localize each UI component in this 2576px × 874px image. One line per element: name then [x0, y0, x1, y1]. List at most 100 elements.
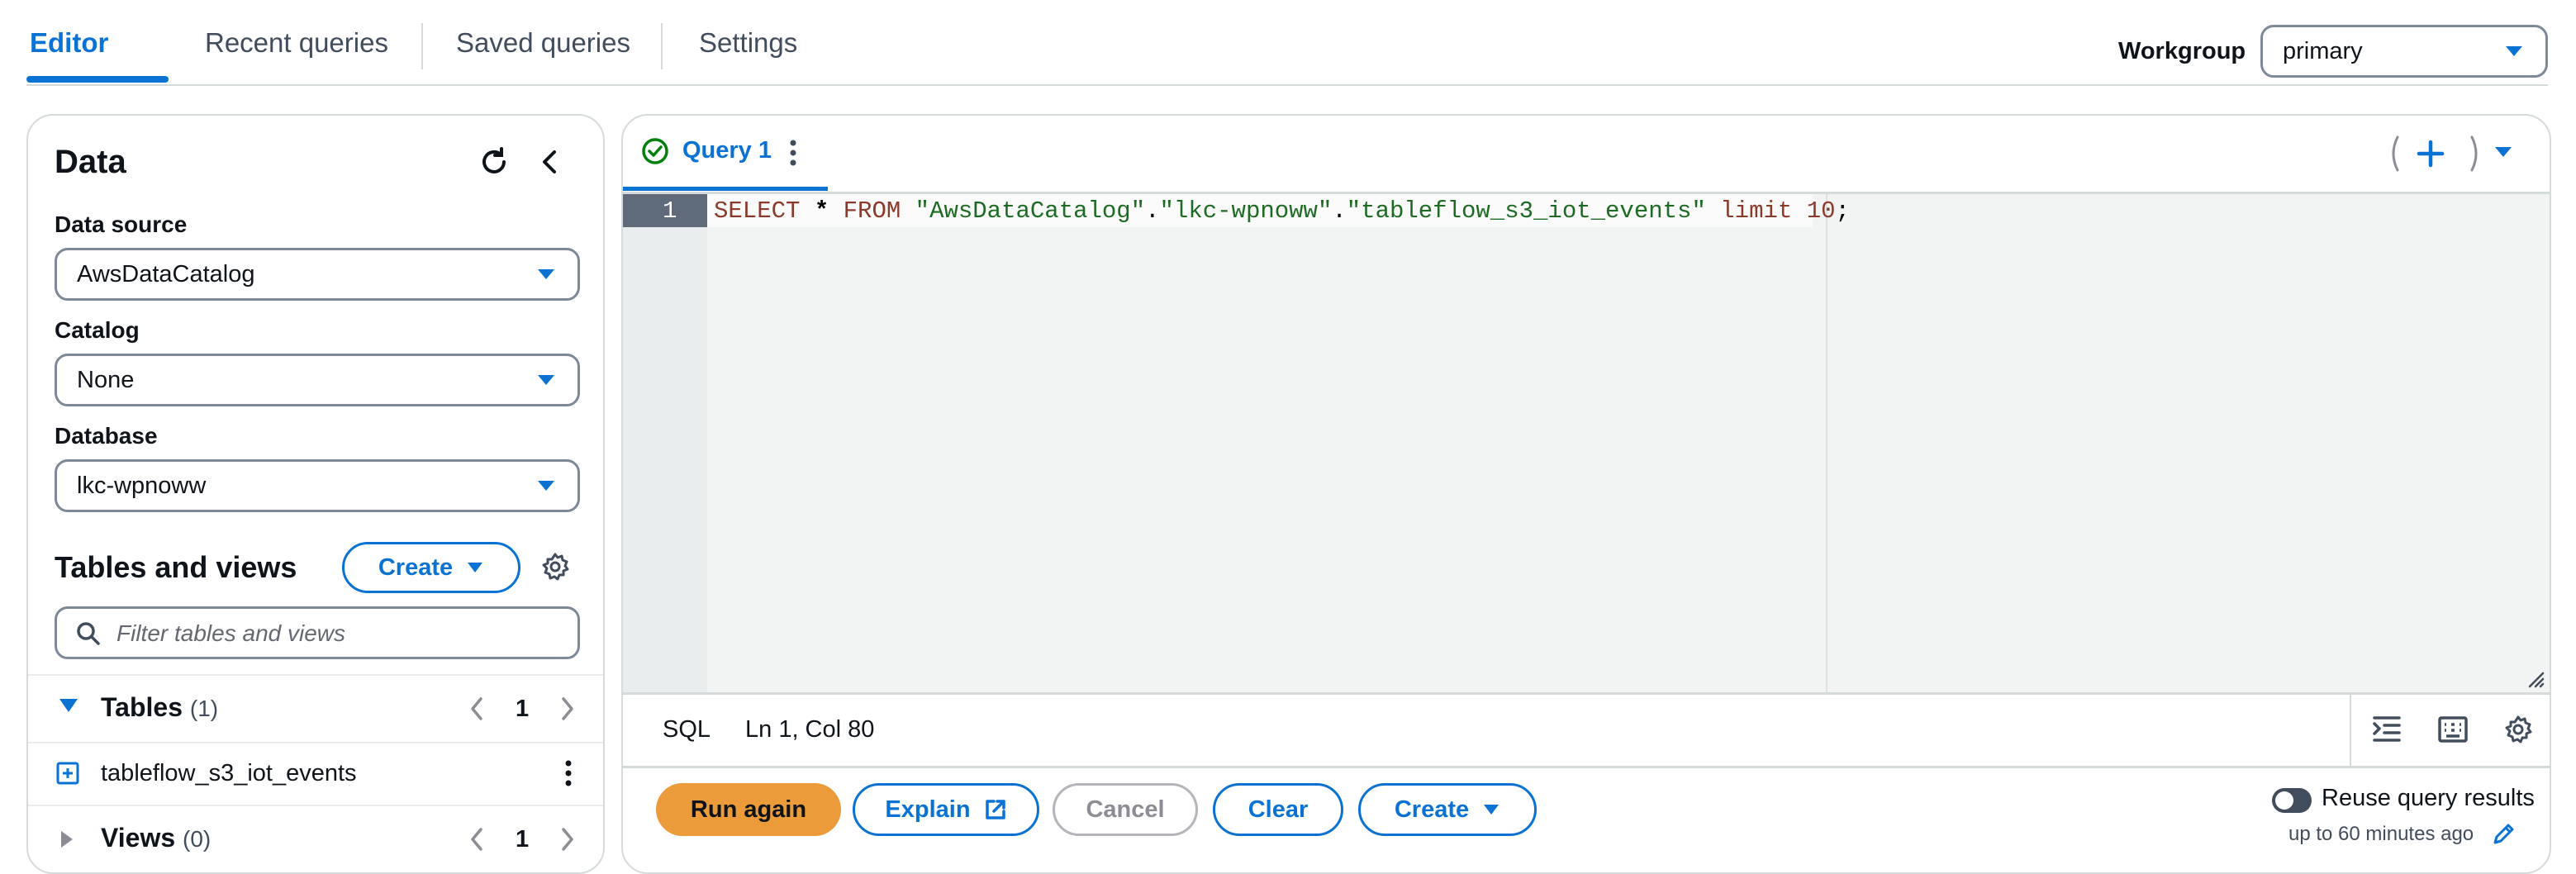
- sql-token: .: [1145, 197, 1160, 225]
- resize-handle-icon[interactable]: [2525, 668, 2545, 688]
- views-label: Views: [101, 823, 176, 853]
- reuse-results-subtext: up to 60 minutes ago: [2288, 823, 2474, 845]
- cursor-position: Ln 1, Col 80: [745, 716, 875, 743]
- data-source-value: AwsDataCatalog: [77, 261, 255, 287]
- sql-token: ;: [1835, 197, 1850, 225]
- query-tab-menu-icon[interactable]: [788, 139, 798, 167]
- query-tab[interactable]: Query 1: [623, 116, 829, 191]
- caret-down-icon: [466, 561, 484, 574]
- collapse-panel-icon[interactable]: [535, 147, 565, 177]
- tab-recent-queries[interactable]: Recent queries: [205, 26, 388, 59]
- keyboard-icon[interactable]: [2437, 715, 2469, 744]
- database-select[interactable]: lkc-wpnoww: [55, 459, 580, 512]
- sql-token: limit: [1720, 197, 1793, 225]
- search-icon: [75, 620, 102, 647]
- workgroup-select[interactable]: primary: [2260, 25, 2548, 78]
- caret-down-icon: [2504, 45, 2524, 58]
- data-panel: Data Data source AwsDataCatalog Catalog …: [26, 114, 605, 874]
- create-label: Create: [1394, 796, 1470, 823]
- tables-count: (1): [189, 696, 219, 721]
- catalog-value: None: [77, 367, 135, 393]
- divider: [28, 674, 603, 676]
- table-name: tableflow_s3_iot_events: [101, 760, 357, 786]
- data-source-select[interactable]: AwsDataCatalog: [55, 248, 580, 301]
- sql-token: SELECT: [714, 197, 801, 225]
- chevron-left-icon[interactable]: [466, 696, 487, 722]
- filter-placeholder: Filter tables and views: [116, 620, 346, 646]
- chevron-left-icon[interactable]: [466, 826, 487, 853]
- table-row[interactable]: tableflow_s3_iot_events: [28, 743, 603, 805]
- reuse-results-toggle[interactable]: [2272, 788, 2312, 813]
- language-indicator: SQL: [663, 716, 711, 743]
- external-link-icon: [984, 798, 1007, 821]
- line-number: 1: [663, 197, 677, 225]
- sql-token: "tableflow_s3_iot_events": [1346, 197, 1706, 225]
- gear-icon[interactable]: [2503, 715, 2533, 744]
- chevron-right-icon[interactable]: [557, 826, 578, 853]
- editor-tools: [2350, 695, 2550, 766]
- caret-down-icon: [536, 268, 556, 281]
- caret-down-icon: [536, 479, 556, 492]
- workgroup-label: Workgroup: [2118, 38, 2246, 64]
- cancel-button[interactable]: Cancel: [1053, 783, 1198, 836]
- tab-separator: [661, 23, 663, 69]
- gear-icon[interactable]: [540, 552, 570, 582]
- create-table-button[interactable]: Create: [342, 542, 520, 593]
- divider: [28, 805, 603, 806]
- caret-down-icon: [1482, 803, 1500, 816]
- tabs-dropdown-icon[interactable]: [2493, 145, 2513, 159]
- create-button[interactable]: Create: [1358, 783, 1537, 836]
- database-label: Database: [55, 423, 158, 449]
- tab-editor[interactable]: Editor: [30, 26, 108, 59]
- explain-label: Explain: [885, 796, 971, 823]
- views-group-label[interactable]: Views (0): [101, 823, 211, 853]
- scroll-tabs-right-icon[interactable]: [2469, 135, 2482, 172]
- query-editor-panel: Query 1 1 SELECT * FROM "AwsDataCatalog"…: [621, 114, 2551, 874]
- sql-token: 10: [1806, 197, 1836, 225]
- tab-saved-queries[interactable]: Saved queries: [456, 26, 630, 59]
- views-page-number: 1: [516, 826, 530, 853]
- workgroup-value: primary: [2283, 38, 2363, 64]
- tables-page-number: 1: [516, 696, 530, 722]
- views-count: (0): [183, 826, 211, 852]
- line-gutter: [623, 194, 707, 695]
- tables-and-views-title: Tables and views: [55, 550, 297, 584]
- collapsed-caret-icon[interactable]: [59, 829, 74, 849]
- sql-token: "lkc-wpnoww": [1159, 197, 1333, 225]
- add-query-icon[interactable]: [2416, 139, 2445, 169]
- refresh-icon[interactable]: [478, 145, 511, 178]
- run-again-button[interactable]: Run again: [656, 783, 841, 836]
- code-editor[interactable]: 1 SELECT * FROM "AwsDataCatalog"."lkc-wp…: [623, 192, 2550, 695]
- tables-group-label[interactable]: Tables (1): [101, 692, 218, 723]
- clear-button[interactable]: Clear: [1213, 783, 1343, 836]
- sql-token: *: [814, 197, 829, 225]
- clear-label: Clear: [1248, 796, 1309, 823]
- format-indent-icon[interactable]: [2371, 715, 2403, 744]
- edit-pencil-icon[interactable]: [2492, 821, 2517, 846]
- scroll-tabs-left-icon[interactable]: [2388, 135, 2401, 172]
- explain-button[interactable]: Explain: [853, 783, 1039, 836]
- reuse-results-label: Reuse query results: [2322, 785, 2535, 811]
- create-button-label: Create: [378, 553, 454, 581]
- editor-status-bar: SQL Ln 1, Col 80: [623, 692, 2550, 768]
- data-source-label: Data source: [55, 211, 188, 237]
- more-actions-icon[interactable]: [563, 758, 573, 788]
- expand-table-icon[interactable]: [56, 762, 79, 785]
- database-value: lkc-wpnoww: [77, 473, 207, 499]
- expanded-caret-icon[interactable]: [58, 697, 79, 714]
- tab-settings[interactable]: Settings: [699, 26, 797, 59]
- sql-code-line[interactable]: SELECT * FROM "AwsDataCatalog"."lkc-wpno…: [714, 197, 1850, 225]
- chevron-right-icon[interactable]: [557, 696, 578, 722]
- print-margin: [1826, 194, 1827, 695]
- sql-token: .: [1332, 197, 1347, 225]
- success-check-icon: [641, 137, 669, 165]
- caret-down-icon: [536, 373, 556, 387]
- active-tab-indicator: [26, 76, 169, 83]
- filter-tables-input[interactable]: Filter tables and views: [55, 606, 580, 659]
- tables-label: Tables: [101, 692, 183, 722]
- catalog-select[interactable]: None: [55, 354, 580, 406]
- data-panel-title: Data: [55, 144, 126, 180]
